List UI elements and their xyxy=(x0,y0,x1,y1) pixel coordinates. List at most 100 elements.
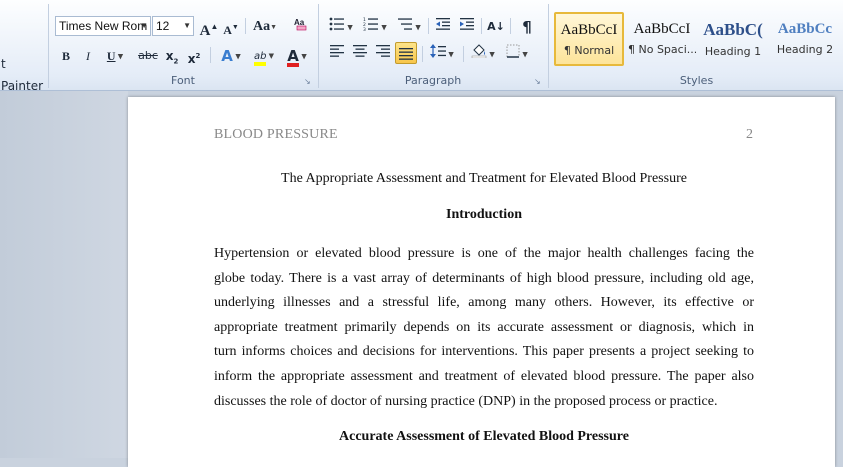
borders-button[interactable]: ▼ xyxy=(502,42,532,64)
style-name: Heading 2 xyxy=(776,43,834,56)
style-no-spacing[interactable]: AaBbCcI ¶ No Spaci... xyxy=(627,12,697,66)
line-spacing-icon xyxy=(430,44,447,58)
underline-icon: U xyxy=(106,49,116,63)
second-heading: Accurate Assessment of Elevated Blood Pr… xyxy=(339,429,629,444)
font-group-label: Font xyxy=(171,74,195,87)
clear-formatting-button[interactable]: Aa xyxy=(290,15,310,37)
ribbon: t Painter Times New Rom ▼ 12 ▼ A▲ A▼ Aa▼… xyxy=(0,0,843,93)
grow-font-button[interactable]: A▲ xyxy=(198,15,220,39)
styles-group-label: Styles xyxy=(679,74,714,87)
style-sample: AaBbCcI xyxy=(633,21,691,37)
align-center-button[interactable] xyxy=(349,42,371,64)
divider xyxy=(481,18,482,34)
style-name: Heading 1 xyxy=(704,45,762,58)
group-divider xyxy=(548,4,549,88)
highlight-button[interactable]: ab ▼ xyxy=(248,44,280,66)
dialog-launcher-icon[interactable]: ↘ xyxy=(534,78,542,86)
subscript-button[interactable]: x2 xyxy=(162,44,182,66)
align-right-icon xyxy=(376,45,390,57)
clipboard-group: t Painter xyxy=(0,0,48,93)
show-hide-marks-button[interactable]: ¶ xyxy=(516,15,538,37)
text-effects-icon: A xyxy=(221,47,233,65)
intro-paragraph: Hypertension or elevated blood pressure … xyxy=(214,242,754,414)
align-right-button[interactable] xyxy=(372,42,394,64)
divider xyxy=(463,46,464,62)
font-color-button[interactable]: A ▼ xyxy=(282,44,312,67)
multilevel-list-button[interactable]: ▼ xyxy=(394,15,424,37)
style-sample: AaBbC( xyxy=(703,20,763,39)
group-divider xyxy=(318,4,319,88)
paragraph-line: turn informs choices and decisions for i… xyxy=(214,344,754,360)
paragraph-line: discusses the role of doctor of nursing … xyxy=(214,393,718,409)
numbering-button[interactable]: 1 2 3 ▼ xyxy=(360,15,390,37)
paragraph-group-label: Paragraph xyxy=(404,74,462,87)
justify-button[interactable] xyxy=(395,42,417,64)
align-center-icon xyxy=(353,45,367,57)
font-group: Times New Rom ▼ 12 ▼ A▲ A▼ Aa▼ Aa B I U … xyxy=(50,0,316,90)
styles-group: AaBbCcI ¶ Normal AaBbCcI ¶ No Spaci... A… xyxy=(550,0,843,90)
decrease-indent-icon xyxy=(436,18,450,30)
style-sample: AaBbCcI xyxy=(560,22,618,38)
divider xyxy=(428,18,429,34)
highlighter-icon: ab xyxy=(253,51,267,66)
increase-indent-button[interactable] xyxy=(456,15,478,37)
svg-text:Aa: Aa xyxy=(294,18,305,27)
paragraph-line: Hypertension or elevated blood pressure … xyxy=(214,246,754,261)
right-margin-area xyxy=(836,91,843,458)
shrink-font-icon: A xyxy=(223,23,232,37)
bullets-button[interactable]: ▼ xyxy=(326,15,356,37)
divider xyxy=(245,18,246,34)
numbering-icon: 1 2 3 xyxy=(363,17,379,33)
underline-button[interactable]: U ▼ xyxy=(101,44,129,66)
change-case-button[interactable]: Aa▼ xyxy=(250,15,280,37)
align-left-icon xyxy=(330,45,344,57)
align-left-button[interactable] xyxy=(326,42,348,64)
format-painter-button[interactable]: t Painter xyxy=(0,52,46,93)
change-case-icon: Aa xyxy=(252,19,271,35)
superscript-button[interactable]: x2 xyxy=(184,44,204,66)
font-size-combo[interactable]: 12 ▼ xyxy=(152,16,194,36)
running-head: BLOOD PRESSURE xyxy=(214,127,338,142)
increase-indent-icon xyxy=(460,18,474,30)
multilevel-list-icon xyxy=(398,18,413,30)
paragraph-line: appropriate treatment primarily depends … xyxy=(214,319,754,335)
italic-button[interactable]: I xyxy=(78,44,98,66)
text-effects-button[interactable]: A ▼ xyxy=(216,44,246,66)
chevron-down-icon[interactable]: ▼ xyxy=(183,17,191,35)
left-margin-area xyxy=(0,91,128,458)
font-color-icon: A xyxy=(287,47,299,67)
sort-button[interactable]: A↓ xyxy=(485,15,507,37)
paint-bucket-icon xyxy=(471,44,487,59)
decrease-indent-button[interactable] xyxy=(432,15,454,37)
paragraph-group: ▼ 1 2 3 ▼ ▼ A↓ ¶ ▼ ▼ ▼ Paragraph ↘ xyxy=(320,0,546,90)
style-name: ¶ No Spaci... xyxy=(628,43,696,56)
shading-button[interactable]: ▼ xyxy=(468,42,498,64)
pilcrow-icon: ¶ xyxy=(522,18,532,36)
bold-button[interactable]: B xyxy=(56,44,76,66)
style-heading-2[interactable]: AaBbCc Heading 2 xyxy=(770,12,840,66)
paragraph-line: inform the appropriate assessment and tr… xyxy=(214,368,754,384)
strikethrough-button[interactable]: abc xyxy=(136,44,160,66)
paragraph-line: underlying illnesses and a stressful lif… xyxy=(214,295,754,311)
divider xyxy=(210,47,211,63)
grow-font-icon: A xyxy=(199,23,211,39)
style-name: ¶ Normal xyxy=(563,44,615,57)
page-number: 2 xyxy=(746,127,753,142)
line-spacing-button[interactable]: ▼ xyxy=(427,42,457,64)
chevron-down-icon[interactable]: ▼ xyxy=(140,17,148,35)
style-heading-1[interactable]: AaBbC( Heading 1 xyxy=(698,12,768,66)
group-divider xyxy=(48,4,49,88)
document-page[interactable]: BLOOD PRESSURE 2 The Appropriate Assessm… xyxy=(128,97,835,467)
style-sample: AaBbCc xyxy=(777,21,833,37)
intro-heading: Introduction xyxy=(446,207,522,222)
bullets-icon xyxy=(329,17,345,31)
justify-icon xyxy=(399,48,413,60)
dialog-launcher-icon[interactable]: ↘ xyxy=(304,78,312,86)
font-name-combo[interactable]: Times New Rom ▼ xyxy=(55,16,151,36)
font-size-value: 12 xyxy=(156,19,170,33)
font-name-value: Times New Rom xyxy=(59,19,148,33)
shrink-font-button[interactable]: A▼ xyxy=(220,15,242,37)
style-normal[interactable]: AaBbCcI ¶ Normal xyxy=(554,12,624,66)
borders-icon xyxy=(506,44,520,58)
document-title: The Appropriate Assessment and Treatment… xyxy=(281,171,687,186)
